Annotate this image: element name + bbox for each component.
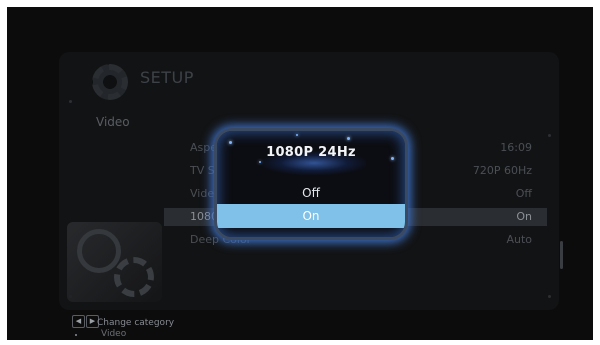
corner-dot — [69, 100, 72, 103]
gear-icon — [92, 64, 128, 100]
category-label: Video — [96, 115, 130, 129]
setup-title: SETUP — [140, 68, 194, 87]
film-reel-icon — [77, 229, 121, 273]
sparkle-icon — [229, 141, 232, 144]
setting-value: 16:09 — [500, 141, 532, 154]
sparkle-icon — [259, 161, 261, 163]
footer-current-category: Video — [101, 329, 127, 339]
option-off[interactable]: Off — [217, 186, 405, 200]
setting-value: On — [516, 210, 532, 223]
setting-value: Off — [515, 187, 532, 200]
left-arrow-icon: ◀ — [72, 315, 85, 328]
setting-value: 720P 60Hz — [472, 164, 532, 177]
option-on[interactable]: On — [217, 204, 405, 228]
sparkle-icon — [347, 137, 350, 140]
footer-hint: Change category — [97, 318, 175, 328]
tv-screen: SETUP Video Aspect Ratio 16:09 TV System… — [7, 7, 593, 340]
setting-value: Auto — [506, 233, 532, 246]
corner-dot — [548, 134, 551, 137]
sparkle-icon — [296, 134, 298, 136]
corner-dot — [548, 295, 551, 298]
bullet-icon — [75, 334, 77, 336]
dialog-title: 1080P 24Hz — [266, 145, 356, 160]
gear-icon — [114, 257, 154, 297]
option-dialog: 1080P 24Hz Off On — [214, 128, 408, 240]
scrollbar[interactable] — [560, 241, 563, 269]
